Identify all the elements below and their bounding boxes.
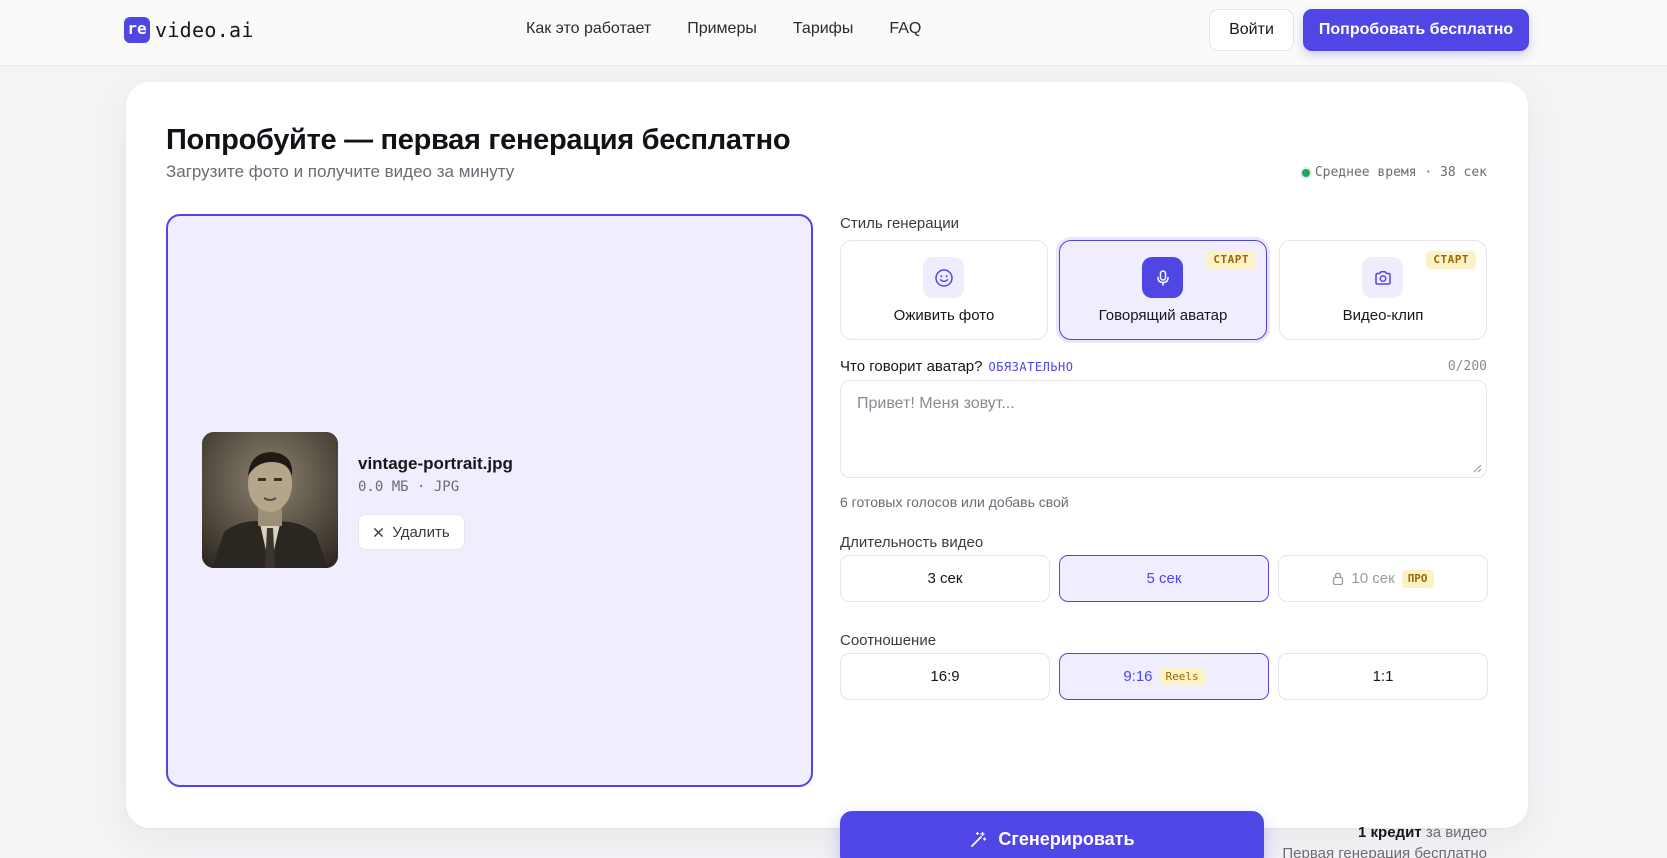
- status-dot-icon: [1301, 168, 1310, 177]
- style-option-label: Оживить фото: [893, 307, 995, 324]
- page-subtitle: Загрузите фото и получите видео за минут…: [166, 162, 515, 181]
- duration-5s-button[interactable]: 5 сек: [1059, 555, 1269, 602]
- duration-option-label: 10 сек: [1351, 570, 1395, 587]
- speech-placeholder: Привет! Меня зовут...: [857, 395, 1015, 412]
- style-option-video-clip[interactable]: СТАРТ Видео-клип: [1279, 240, 1487, 340]
- reels-badge: Reels: [1159, 667, 1205, 686]
- generator-card: Попробуйте — первая генерация бесплатно …: [126, 82, 1528, 858]
- style-option-animate-photo[interactable]: Оживить фото: [840, 240, 1048, 340]
- ratio-9-16-button[interactable]: 9:16 Reels: [1059, 653, 1269, 700]
- try-free-button[interactable]: Попробовать бесплатно: [1303, 9, 1529, 51]
- nav-how-it-works[interactable]: Как это работает: [526, 20, 651, 38]
- credit-amount: 1 кредит: [1358, 824, 1422, 841]
- free-note: Первая генерация бесплатно: [1282, 845, 1487, 858]
- duration-10s-button[interactable]: 10 сек ПРО: [1278, 555, 1488, 602]
- resize-handle-icon[interactable]: [1472, 463, 1482, 473]
- ratio-option-label: 1:1: [1372, 668, 1394, 685]
- credit-unit: за видео: [1425, 824, 1487, 841]
- nav-pricing[interactable]: Тарифы: [793, 20, 853, 38]
- delete-file-button[interactable]: Удалить: [358, 514, 465, 550]
- logo[interactable]: re video.ai: [124, 17, 254, 43]
- ratio-option-label: 9:16: [1123, 668, 1153, 685]
- login-button[interactable]: Войти: [1209, 9, 1294, 51]
- speech-label-row: Что говорит аватар? ОБЯЗАТЕЛЬНО: [840, 358, 1073, 375]
- ratio-1-1-button[interactable]: 1:1: [1278, 653, 1488, 700]
- uploaded-photo-thumbnail: [202, 432, 338, 568]
- duration-option-label: 3 сек: [927, 570, 963, 587]
- nav-faq[interactable]: FAQ: [889, 20, 921, 38]
- speech-textarea[interactable]: Привет! Меня зовут...: [840, 380, 1487, 478]
- close-icon: [374, 527, 384, 537]
- ratio-16-9-button[interactable]: 16:9: [840, 653, 1050, 700]
- page-title: Попробуйте — первая генерация бесплатно: [166, 124, 791, 156]
- required-badge: ОБЯЗАТЕЛЬНО: [988, 360, 1074, 374]
- pro-badge: ПРО: [1401, 569, 1434, 588]
- style-option-talking-avatar[interactable]: СТАРТ Говорящий аватар: [1059, 240, 1267, 340]
- start-tag: СТАРТ: [1426, 251, 1476, 269]
- camera-icon: [1362, 257, 1403, 298]
- delete-label: Удалить: [392, 523, 450, 541]
- logo-badge: re: [124, 17, 150, 43]
- upload-dropzone[interactable]: vintage-portrait.jpg 0.0 МБ · JPG Удалит…: [166, 214, 813, 787]
- avg-time-text: Среднее время · 38 сек: [1314, 165, 1487, 180]
- logo-text: video.ai: [155, 18, 254, 42]
- ratio-label: Соотношение: [840, 632, 937, 649]
- speech-label: Что говорит аватар?: [840, 358, 983, 375]
- smile-icon: [923, 257, 964, 298]
- style-section-label: Стиль генерации: [840, 215, 959, 232]
- duration-option-label: 5 сек: [1146, 570, 1182, 587]
- generate-label: Сгенерировать: [998, 829, 1135, 849]
- generate-button[interactable]: Сгенерировать: [840, 811, 1264, 858]
- style-option-label: Говорящий аватар: [1098, 307, 1228, 324]
- char-counter: 0/200: [1447, 359, 1487, 374]
- magic-wand-icon: [971, 831, 987, 847]
- main-nav: Как это работает Примеры Тарифы FAQ: [526, 20, 921, 38]
- nav-examples[interactable]: Примеры: [687, 20, 757, 38]
- top-bar: re video.ai Как это работает Примеры Тар…: [0, 0, 1667, 66]
- voices-hint: 6 готовых голосов или добавь свой: [840, 494, 1069, 510]
- lock-icon: [1333, 572, 1344, 585]
- start-tag: СТАРТ: [1206, 251, 1256, 269]
- duration-3s-button[interactable]: 3 сек: [840, 555, 1050, 602]
- file-name: vintage-portrait.jpg: [358, 454, 513, 473]
- avg-time-indicator: Среднее время · 38 сек: [1301, 165, 1487, 180]
- duration-label: Длительность видео: [840, 534, 984, 551]
- file-meta: 0.0 МБ · JPG: [358, 479, 460, 495]
- mic-icon: [1142, 257, 1183, 298]
- ratio-option-label: 16:9: [930, 668, 960, 685]
- style-option-label: Видео-клип: [1342, 307, 1424, 324]
- credit-info: 1 кредит за видео Первая генерация беспл…: [1282, 822, 1487, 858]
